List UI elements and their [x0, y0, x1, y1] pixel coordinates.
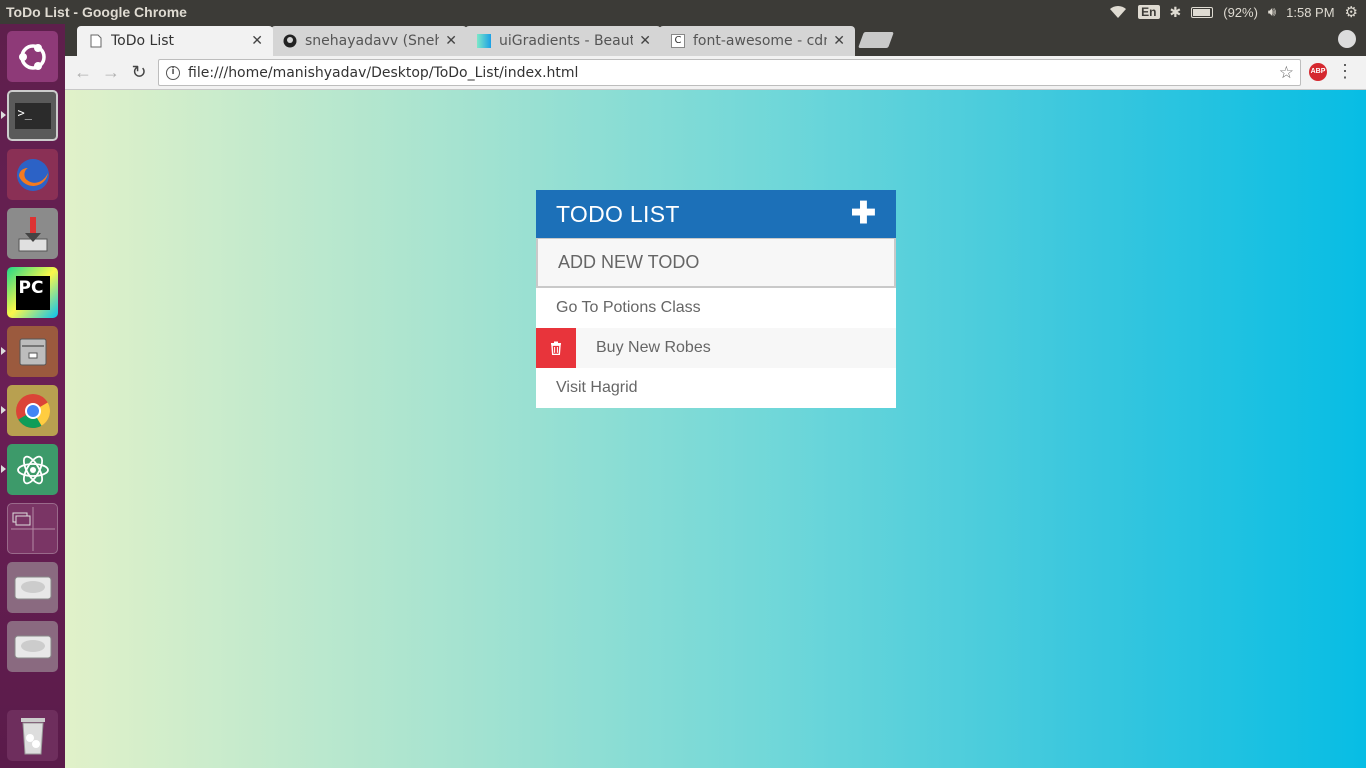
chrome-icon[interactable]: [7, 385, 58, 436]
todo-list: Go To Potions Class Buy New Robes Visit …: [536, 288, 896, 408]
profile-icon[interactable]: [1338, 30, 1356, 48]
document-icon: [90, 34, 102, 48]
todo-card: TODO LIST ✚ Go To Potions Class Buy N: [536, 190, 896, 408]
todo-item[interactable]: Buy New Robes: [536, 328, 896, 368]
todo-text: Go To Potions Class: [556, 299, 701, 316]
add-todo-input[interactable]: [536, 238, 896, 288]
url-text[interactable]: file:///home/manishyadav/Desktop/ToDo_Li…: [188, 65, 1279, 81]
volume-icon[interactable]: 🔊︎: [1268, 4, 1276, 20]
wifi-icon[interactable]: [1108, 5, 1128, 19]
cdnjs-icon: C: [671, 34, 685, 48]
system-top-panel: ToDo List - Google Chrome En ✱ (92%) 🔊︎ …: [0, 0, 1366, 24]
github-icon: [283, 34, 297, 48]
clock[interactable]: 1:58 PM: [1286, 5, 1334, 20]
todo-text: Visit Hagrid: [556, 379, 638, 396]
tab-title: ToDo List: [111, 33, 175, 49]
page-info-icon[interactable]: i: [166, 65, 180, 80]
ubuntu-dash-icon[interactable]: [7, 31, 58, 82]
drive-icon[interactable]: [7, 562, 58, 613]
trash-icon[interactable]: [7, 710, 58, 761]
bluetooth-icon[interactable]: ✱: [1170, 4, 1182, 21]
forward-arrow-icon[interactable]: →: [97, 62, 125, 83]
system-indicators: En ✱ (92%) 🔊︎ 1:58 PM ⚙: [1108, 3, 1366, 21]
tab-font-awesome[interactable]: C font-awesome - cdn ✕: [659, 26, 855, 56]
tab-strip: ToDo List ✕ snehayadavv (Sneh ✕ uiGradie…: [65, 24, 1366, 56]
installer-icon[interactable]: [7, 208, 58, 259]
todo-item[interactable]: Go To Potions Class: [536, 288, 896, 328]
tab-close-icon[interactable]: ✕: [833, 33, 845, 49]
back-arrow-icon[interactable]: ←: [69, 62, 97, 83]
reload-icon[interactable]: ↻: [125, 62, 153, 83]
address-bar[interactable]: i file:///home/manishyadav/Desktop/ToDo_…: [158, 59, 1301, 86]
tab-uigradients[interactable]: uiGradients - Beaut ✕: [465, 26, 661, 56]
tab-title: snehayadavv (Sneh: [305, 33, 440, 49]
battery-percentage: (92%): [1223, 4, 1258, 20]
firefox-icon[interactable]: [7, 149, 58, 200]
todo-title: TODO LIST: [556, 200, 680, 227]
page-viewport: TODO LIST ✚ Go To Potions Class Buy N: [65, 90, 1366, 768]
todo-header: TODO LIST ✚: [536, 190, 896, 238]
running-indicator: [1, 347, 6, 355]
tab-close-icon[interactable]: ✕: [251, 33, 263, 49]
delete-button[interactable]: [536, 328, 576, 368]
plus-icon[interactable]: ✚: [851, 199, 876, 229]
battery-icon[interactable]: [1191, 6, 1214, 18]
browser-toolbar: ← → ↻ i file:///home/manishyadav/Desktop…: [65, 56, 1366, 90]
chrome-menu-icon[interactable]: ⋮: [1336, 62, 1354, 80]
tab-github[interactable]: snehayadavv (Sneh ✕: [271, 26, 467, 56]
running-indicator: [1, 111, 6, 119]
tab-todo-list[interactable]: ToDo List ✕: [77, 26, 273, 56]
pycharm-icon[interactable]: PC: [7, 267, 58, 318]
adblock-plus-icon[interactable]: ABP: [1309, 63, 1327, 81]
uigradients-icon: [477, 34, 491, 48]
tab-title: font-awesome - cdn: [693, 33, 828, 49]
todo-item[interactable]: Visit Hagrid: [536, 368, 896, 408]
trash-icon: [551, 341, 561, 355]
keyboard-layout-indicator[interactable]: En: [1138, 5, 1160, 19]
running-indicator: [1, 465, 6, 473]
running-indicator: [1, 406, 6, 414]
tab-close-icon[interactable]: ✕: [639, 33, 651, 49]
settings-gear-icon[interactable]: ⚙: [1345, 3, 1358, 21]
window-title: ToDo List - Google Chrome: [6, 4, 187, 20]
terminal-icon[interactable]: >_: [7, 90, 58, 141]
file-manager-icon[interactable]: [7, 326, 58, 377]
workspace-switcher-icon[interactable]: [7, 503, 58, 554]
new-tab-button[interactable]: [858, 32, 894, 48]
bookmark-star-icon[interactable]: ☆: [1279, 63, 1294, 83]
todo-text: Buy New Robes: [596, 339, 711, 356]
tab-title: uiGradients - Beaut: [499, 33, 634, 49]
atom-icon[interactable]: [7, 444, 58, 495]
launcher: >_ PC: [0, 24, 65, 768]
drive-icon[interactable]: [7, 621, 58, 672]
tab-close-icon[interactable]: ✕: [445, 33, 457, 49]
